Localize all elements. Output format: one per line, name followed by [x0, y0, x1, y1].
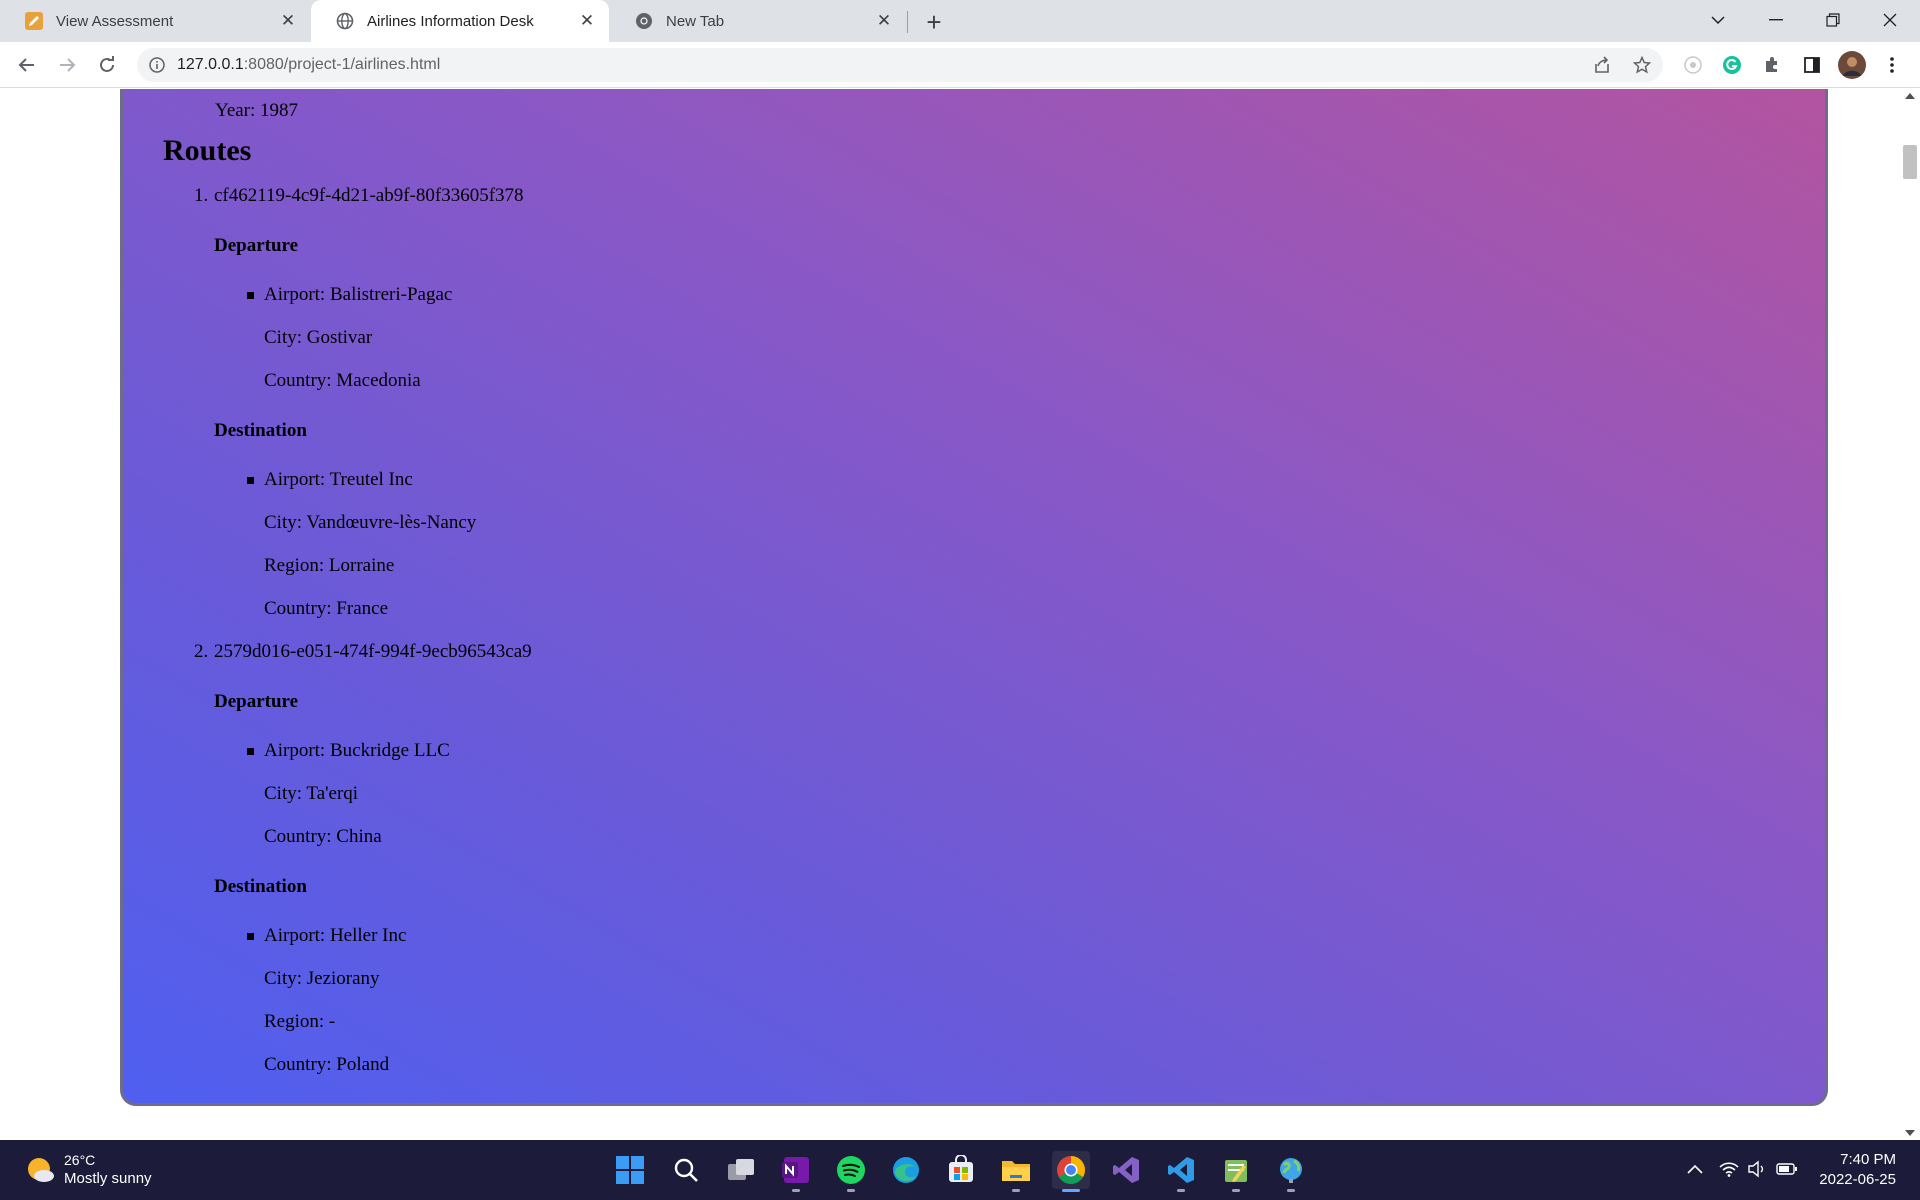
airline-card: Year: 1987 Routes 1. cf462119-4c9f-4d21-…: [120, 89, 1828, 1106]
route-id: 2579d016-e051-474f-994f-9ecb96543ca9: [214, 641, 532, 662]
edit-icon: [24, 11, 44, 31]
departure-country: Country: Macedonia: [264, 370, 421, 391]
reload-button[interactable]: [92, 50, 122, 80]
battery-icon[interactable]: [1776, 1158, 1798, 1180]
tab-strip: View Assessment ✕ Airlines Information D…: [0, 0, 1920, 42]
url-text: 127.0.0.1:8080/project-1/airlines.html: [177, 56, 440, 74]
info-icon[interactable]: [149, 57, 165, 73]
url-host: 127.0.0.1: [177, 56, 244, 73]
departure-city: City: Gostivar: [264, 327, 373, 348]
destination-heading: Destination: [214, 420, 307, 441]
destination-airport: Airport: Heller Inc: [264, 925, 407, 946]
tab-new-tab[interactable]: New Tab ✕: [610, 0, 906, 42]
scroll-down-arrow-icon[interactable]: [1905, 1130, 1915, 1136]
page-scrollbar[interactable]: [1900, 89, 1920, 1140]
puzzle-icon[interactable]: [1757, 50, 1787, 80]
bookmark-star-icon[interactable]: [1627, 50, 1657, 80]
profile-avatar[interactable]: [1837, 50, 1867, 80]
destination-country: Country: France: [264, 598, 389, 619]
destination-airport: Airport: Treutel Inc: [264, 469, 413, 490]
extension-icon[interactable]: [1678, 50, 1708, 80]
destination-city: City: Jeziorany: [264, 968, 380, 989]
tray-chevron-up-icon[interactable]: [1684, 1158, 1706, 1180]
scroll-up-arrow-icon[interactable]: [1905, 93, 1915, 99]
start-button[interactable]: [611, 1151, 649, 1189]
close-icon[interactable]: ✕: [278, 11, 298, 31]
destination-heading: Destination: [214, 876, 307, 897]
file-explorer-icon[interactable]: [997, 1151, 1035, 1192]
tab-search-button[interactable]: [1690, 0, 1746, 40]
tab-separator: [907, 11, 908, 33]
list-bullet: [247, 292, 254, 299]
globe-icon: [335, 11, 355, 31]
close-icon[interactable]: ✕: [874, 11, 894, 31]
network-app-icon[interactable]: [1272, 1151, 1310, 1192]
year-line: Year: 1987: [215, 100, 299, 121]
weather-temperature: 26°C: [64, 1152, 96, 1168]
windows-taskbar: 26°C Mostly sunny 7:40 PM 2022-06-25: [0, 1140, 1920, 1200]
wifi-icon[interactable]: [1718, 1158, 1740, 1180]
microsoft-store-icon[interactable]: [942, 1151, 980, 1189]
departure-city: City: Ta'erqi: [264, 783, 359, 804]
close-window-button[interactable]: [1862, 0, 1918, 40]
spotify-icon[interactable]: [832, 1151, 870, 1192]
departure-heading: Departure: [214, 691, 299, 712]
destination-region: Region: Lorraine: [264, 555, 395, 576]
minimize-button[interactable]: [1748, 0, 1804, 40]
system-clock[interactable]: 7:40 PM 2022-06-25: [1819, 1150, 1896, 1190]
visual-studio-icon[interactable]: [1107, 1151, 1145, 1189]
destination-country: Country: Poland: [264, 1054, 390, 1075]
tab-title: View Assessment: [56, 12, 174, 30]
departure-heading: Departure: [214, 235, 299, 256]
side-panel-icon[interactable]: [1797, 50, 1827, 80]
new-tab-button[interactable]: +: [919, 7, 949, 37]
search-icon[interactable]: [667, 1151, 705, 1189]
chrome-taskbar-icon[interactable]: [1052, 1151, 1090, 1192]
edge-icon[interactable]: [887, 1151, 925, 1189]
departure-airport: Airport: Buckridge LLC: [264, 740, 450, 761]
back-button[interactable]: [12, 50, 42, 80]
chrome-icon: [634, 11, 654, 31]
weather-widget[interactable]: 26°C Mostly sunny: [24, 1151, 152, 1189]
destination-region: Region: -: [264, 1011, 336, 1032]
list-bullet: [247, 477, 254, 484]
departure-country: Country: China: [264, 826, 382, 847]
route-number: 2.: [194, 641, 209, 662]
onenote-icon[interactable]: [777, 1151, 815, 1192]
route-number: 1.: [194, 185, 209, 206]
clock-date: 2022-06-25: [1819, 1171, 1896, 1188]
forward-button[interactable]: [52, 50, 82, 80]
tab-title: New Tab: [666, 12, 725, 30]
list-bullet: [247, 933, 254, 940]
vscode-icon[interactable]: [1162, 1151, 1200, 1192]
destination-city: City: Vandœuvre-lès-Nancy: [264, 512, 477, 533]
routes-heading: Routes: [163, 134, 252, 167]
share-icon[interactable]: [1587, 50, 1617, 80]
grammarly-icon[interactable]: [1717, 50, 1747, 80]
restore-button[interactable]: [1805, 0, 1861, 40]
clock-time: 7:40 PM: [1840, 1151, 1896, 1168]
url-path: :8080/project-1/airlines.html: [243, 56, 441, 73]
page-viewport: Year: 1987 Routes 1. cf462119-4c9f-4d21-…: [0, 89, 1920, 1140]
weather-sun-icon: [24, 1154, 56, 1186]
tab-title: Airlines Information Desk: [367, 12, 534, 30]
scroll-thumb[interactable]: [1903, 145, 1917, 179]
departure-airport: Airport: Balistreri-Pagac: [264, 284, 453, 305]
close-icon[interactable]: ✕: [577, 11, 597, 31]
address-bar[interactable]: 127.0.0.1:8080/project-1/airlines.html: [137, 48, 1663, 82]
menu-icon[interactable]: [1877, 50, 1907, 80]
weather-condition: Mostly sunny: [64, 1170, 152, 1187]
list-bullet: [247, 748, 254, 755]
task-view-icon[interactable]: [722, 1151, 760, 1189]
tab-view-assessment[interactable]: View Assessment ✕: [0, 0, 310, 42]
tab-airlines-information-desk[interactable]: Airlines Information Desk ✕: [311, 0, 609, 42]
notepad-icon[interactable]: [1217, 1151, 1255, 1192]
volume-icon[interactable]: [1746, 1158, 1768, 1180]
route-id: cf462119-4c9f-4d21-ab9f-80f33605f378: [214, 185, 524, 206]
browser-toolbar: 127.0.0.1:8080/project-1/airlines.html: [0, 42, 1920, 88]
